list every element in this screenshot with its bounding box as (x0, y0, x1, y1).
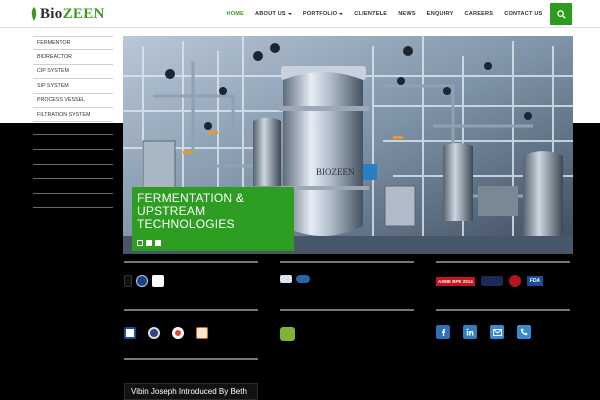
sidebar-divider (33, 149, 113, 150)
email-icon[interactable] (490, 325, 504, 339)
sidebar-divider (33, 207, 113, 208)
logo-row (124, 275, 258, 287)
sidebar-item-filtration-system[interactable]: FILTRATION SYSTEM (33, 108, 113, 123)
association-logo-icon[interactable] (280, 275, 292, 283)
logo-row (280, 327, 414, 341)
award-logo-icon[interactable] (124, 327, 136, 339)
sidebar-divider (33, 134, 113, 135)
site-logo[interactable]: BioZEEN (30, 4, 105, 24)
search-button[interactable] (550, 3, 572, 25)
cert-seal-icon[interactable] (136, 275, 148, 287)
sidebar-divider (33, 164, 113, 165)
block-header (280, 261, 414, 267)
block-header (124, 261, 258, 267)
sidebar-item-fermentor[interactable]: FERMENTOR (33, 36, 113, 51)
nav-home[interactable]: HOME (221, 11, 250, 17)
slider-dot-2[interactable] (146, 240, 152, 246)
logo-text: BioZEEN (40, 5, 105, 22)
leaf-logo-icon[interactable] (280, 327, 295, 341)
asme-bpe-badge[interactable]: ASME BPE 2014 (436, 276, 475, 286)
award-badge-icon[interactable] (172, 327, 184, 339)
partner-logo-icon[interactable] (480, 276, 503, 286)
main-nav: HOME ABOUT US PORTFOLIO CLIENTELE NEWS E… (221, 0, 548, 28)
certificate-icon (124, 275, 132, 287)
sidebar-divider (33, 178, 113, 179)
sidebar-item-process-vessel[interactable]: PROCESS VESSEL (33, 94, 113, 108)
slider-dot-1[interactable] (137, 240, 143, 246)
slider-dots (137, 240, 161, 246)
footer-block-standards: ASME BPE 2014 FDA (436, 261, 570, 287)
nav-about-us[interactable]: ABOUT US (250, 11, 298, 17)
linkedin-icon[interactable] (463, 325, 477, 339)
footer-block-follow-us (436, 309, 570, 339)
logo-row (124, 327, 258, 339)
nav-careers[interactable]: CAREERS (459, 11, 499, 17)
logo-row (280, 275, 414, 283)
footer-block-downloads (280, 309, 414, 341)
block-header (124, 309, 258, 315)
sidebar-item-cip-system[interactable]: CIP SYSTEM (33, 65, 113, 80)
site-header: BioZEEN HOME ABOUT US PORTFOLIO CLIENTEL… (0, 0, 600, 28)
leaf-icon (31, 7, 37, 21)
block-header (436, 261, 570, 267)
caret-down-icon (339, 12, 344, 15)
nav-clientele[interactable]: CLIENTELE (349, 11, 393, 17)
block-header (280, 309, 414, 315)
phone-icon[interactable] (517, 325, 531, 339)
partner-seal-icon[interactable] (508, 275, 521, 287)
award-emblem-icon[interactable] (196, 327, 208, 339)
nav-news[interactable]: NEWS (393, 11, 422, 17)
footer-block-associations (280, 261, 414, 283)
logo-row: ASME BPE 2014 FDA (436, 275, 570, 287)
news-ticker[interactable]: Vibin Joseph Introduced By Beth (124, 383, 258, 400)
footer-block-news (124, 358, 258, 364)
nav-enquiry[interactable]: ENQUIRY (421, 11, 459, 17)
slider-caption[interactable]: FERMENTATION & UPSTREAM TECHNOLOGIES (132, 187, 294, 251)
cert-logo-icon[interactable] (152, 275, 164, 287)
sidebar-item-bioreactor[interactable]: BIOREACTOR (33, 50, 113, 65)
footer-block-certifications (124, 261, 258, 287)
nav-contact-us[interactable]: CONTACT US (499, 11, 548, 17)
sidebar-divider (33, 193, 113, 194)
block-header (436, 309, 570, 315)
association-logo-icon[interactable] (296, 275, 310, 283)
search-icon (556, 9, 566, 19)
facebook-icon[interactable] (436, 325, 450, 339)
product-sidebar: FERMENTOR BIOREACTOR CIP SYSTEM SIP SYST… (33, 36, 113, 123)
block-header (124, 358, 258, 364)
footer-block-awards (124, 309, 258, 339)
award-seal-icon[interactable] (148, 327, 160, 339)
slider-dot-3[interactable] (155, 240, 161, 246)
caret-down-icon (287, 12, 292, 15)
social-links (436, 325, 570, 339)
sidebar-item-sip-system[interactable]: SIP SYSTEM (33, 79, 113, 94)
nav-portfolio[interactable]: PORTFOLIO (297, 11, 348, 17)
caption-line-3: TECHNOLOGIES (137, 217, 235, 231)
svg-text:BIOZEEN: BIOZEEN (316, 167, 355, 177)
fda-badge[interactable]: FDA (526, 276, 544, 286)
